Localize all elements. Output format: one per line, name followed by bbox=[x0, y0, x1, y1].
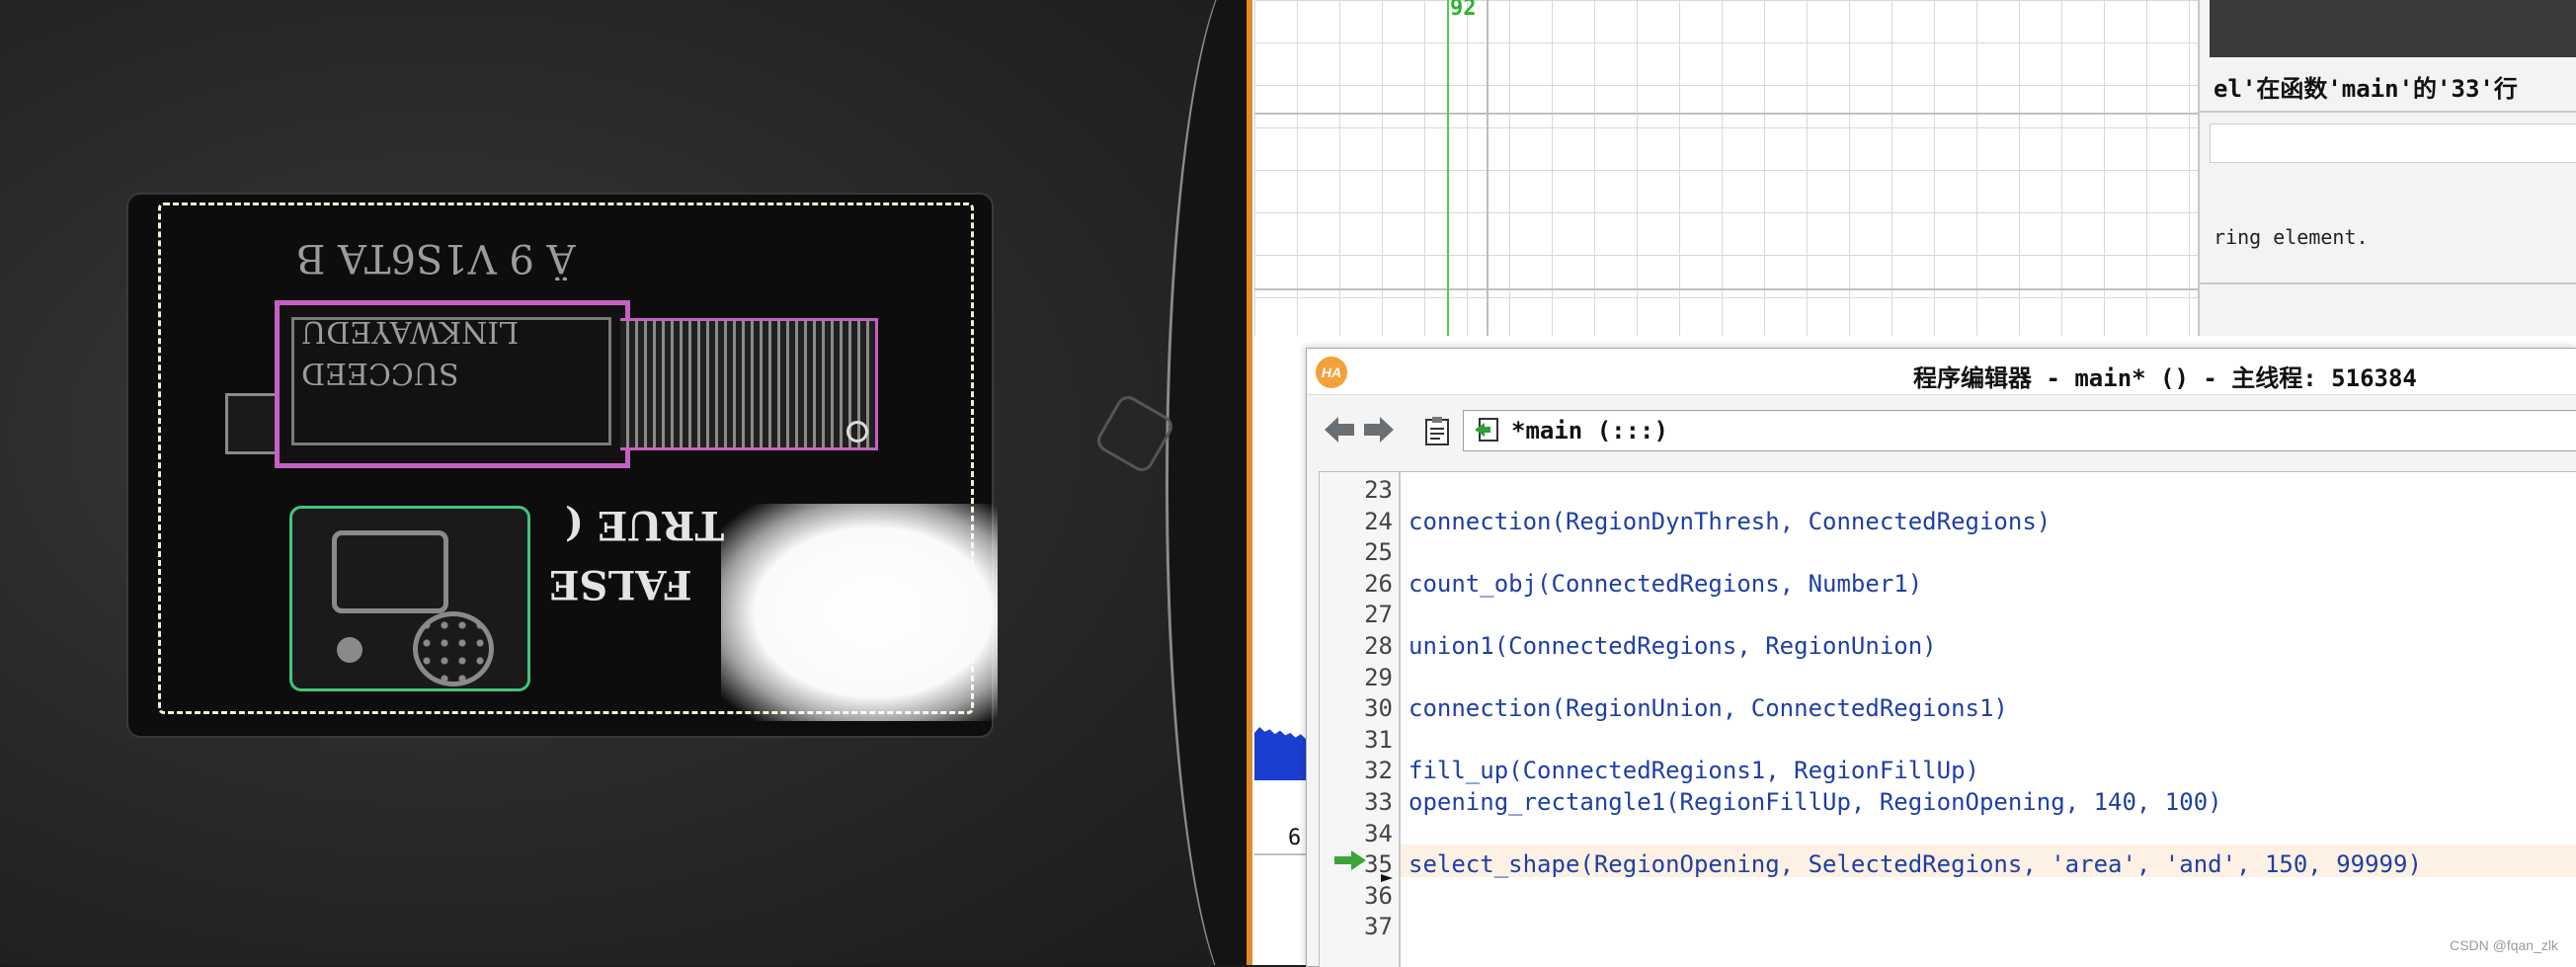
code-line[interactable]: 25 bbox=[1320, 536, 2576, 568]
code-text[interactable]: select_shape(RegionOpening, SelectedRegi… bbox=[1409, 848, 2422, 880]
plot-threshold-line[interactable] bbox=[1447, 0, 1449, 336]
plot-left-border bbox=[1247, 0, 1252, 965]
message-separator bbox=[2200, 111, 2576, 113]
procedure-icon bbox=[1474, 417, 1499, 443]
program-editor-window[interactable]: HA 程序编辑器 - main* () - 主线程: 516384 *main … bbox=[1306, 348, 2576, 967]
code-line[interactable]: 26 count_obj(ConnectedRegions, Number1) bbox=[1320, 568, 2576, 600]
mirror-false-text: FALSE bbox=[549, 561, 692, 607]
error-description-text: ring element. bbox=[2214, 225, 2369, 249]
program-counter-arrow-icon bbox=[1333, 849, 1367, 871]
message-field[interactable] bbox=[2210, 123, 2576, 163]
connector-tail bbox=[225, 393, 281, 454]
mirror-true-text: TRUE ( bbox=[565, 502, 725, 548]
green-icon-region-box bbox=[289, 506, 530, 691]
message-dark-bar bbox=[2210, 0, 2576, 57]
device-edge bbox=[1166, 0, 1247, 965]
watermark-text: CSDN @fqan_zlk bbox=[2450, 937, 2558, 953]
line-number: 27 bbox=[1364, 601, 1393, 629]
hex-bolt bbox=[1092, 391, 1177, 476]
back-arrow-icon[interactable] bbox=[1321, 412, 1358, 447]
code-text[interactable]: connection(RegionUnion, ConnectedRegions… bbox=[1409, 692, 2008, 724]
line-number: 29 bbox=[1364, 663, 1393, 691]
error-message-text: el'在函数'main'的'33'行 bbox=[2214, 75, 2518, 103]
line-number: 31 bbox=[1364, 725, 1393, 754]
code-text[interactable]: count_obj(ConnectedRegions, Number1) bbox=[1409, 568, 1922, 600]
message-panel: el'在函数'main'的'33'行 ring element. bbox=[2198, 0, 2576, 336]
connector-dot bbox=[846, 421, 868, 443]
plot-lower-line bbox=[1254, 853, 1314, 855]
line-number: 28 bbox=[1364, 632, 1393, 660]
line-number: 34 bbox=[1364, 819, 1393, 847]
insert-cursor-arrow-icon bbox=[1381, 871, 1393, 883]
line-number: 33 bbox=[1364, 788, 1393, 816]
mirror-code-text: Ä 9 Ⅴ1S6TA B bbox=[296, 235, 576, 281]
editor-title: 程序编辑器 - main* () - 主线程: 516384 bbox=[1913, 364, 2417, 392]
line-number: 32 bbox=[1364, 757, 1393, 785]
device-icon-dot bbox=[337, 637, 362, 663]
code-line[interactable]: 35 select_shape(RegionOpening, SelectedRe… bbox=[1320, 848, 2576, 880]
code-text[interactable]: opening_rectangle1(RegionFillUp, RegionO… bbox=[1409, 786, 2222, 818]
code-text[interactable]: connection(RegionDynThresh, ConnectedReg… bbox=[1409, 506, 2051, 537]
mirror-text-line2: SUCCEED bbox=[301, 356, 459, 390]
code-line[interactable]: 33 opening_rectangle1(RegionFillUp, Regio… bbox=[1320, 786, 2576, 818]
forward-arrow-icon[interactable] bbox=[1360, 412, 1398, 447]
line-number: 26 bbox=[1364, 569, 1393, 598]
plot-grid-line bbox=[1487, 0, 1489, 336]
code-line[interactable]: 23 bbox=[1320, 474, 2576, 506]
code-text[interactable]: fill_up(ConnectedRegions1, RegionFillUp) bbox=[1409, 755, 1979, 786]
code-line[interactable]: 31 bbox=[1320, 724, 2576, 756]
line-number: 23 bbox=[1364, 476, 1393, 504]
procedure-list-icon[interactable] bbox=[1423, 416, 1451, 445]
code-line[interactable]: 29 bbox=[1320, 662, 2576, 693]
code-line[interactable]: 28 union1(ConnectedRegions, RegionUnion) bbox=[1320, 630, 2576, 662]
line-number: 25 bbox=[1364, 538, 1393, 567]
device-icon bbox=[332, 530, 448, 613]
line-number: 37 bbox=[1364, 913, 1393, 941]
code-line[interactable]: 37 bbox=[1320, 911, 2576, 942]
device-icon-grid bbox=[413, 611, 494, 686]
code-line[interactable]: 36 bbox=[1320, 880, 2576, 912]
connector-body bbox=[620, 318, 878, 450]
message-separator-2 bbox=[2200, 282, 2576, 284]
light-glare bbox=[721, 504, 998, 721]
plot-marker-label: 92 bbox=[1450, 0, 1477, 21]
code-line[interactable]: 27 bbox=[1320, 599, 2576, 630]
editor-toolbar: *main (:::) bbox=[1307, 400, 2576, 461]
mirror-text-line1: LINKWAYEDU bbox=[301, 314, 520, 349]
line-number: 36 bbox=[1364, 881, 1393, 910]
code-text[interactable]: union1(ConnectedRegions, RegionUnion) bbox=[1409, 630, 1937, 662]
code-line[interactable]: 30 connection(RegionUnion, ConnectedRegio… bbox=[1320, 692, 2576, 724]
plot-side-digit: 6 bbox=[1288, 826, 1302, 850]
code-line[interactable]: 34 bbox=[1320, 818, 2576, 849]
camera-image-view[interactable]: Ä 9 Ⅴ1S6TA B LINKWAYEDU SUCCEED TRUE ( F… bbox=[0, 0, 1247, 965]
line-number: 24 bbox=[1364, 507, 1393, 535]
halcon-logo-icon: HA bbox=[1316, 357, 1347, 388]
code-line[interactable]: 24 connection(RegionDynThresh, ConnectedR… bbox=[1320, 506, 2576, 537]
line-number: 30 bbox=[1364, 694, 1393, 723]
histogram-bars bbox=[1254, 727, 1306, 780]
procedure-selector[interactable]: *main (:::) bbox=[1463, 410, 2576, 451]
code-line[interactable]: 32 fill_up(ConnectedRegions1, RegionFillU… bbox=[1320, 755, 2576, 786]
procedure-name: *main (:::) bbox=[1511, 417, 1668, 444]
code-editor[interactable]: 23 24 connection(RegionDynThresh, Connecte… bbox=[1319, 471, 2576, 967]
editor-titlebar[interactable]: HA 程序编辑器 - main* () - 主线程: 516384 bbox=[1307, 349, 2576, 395]
